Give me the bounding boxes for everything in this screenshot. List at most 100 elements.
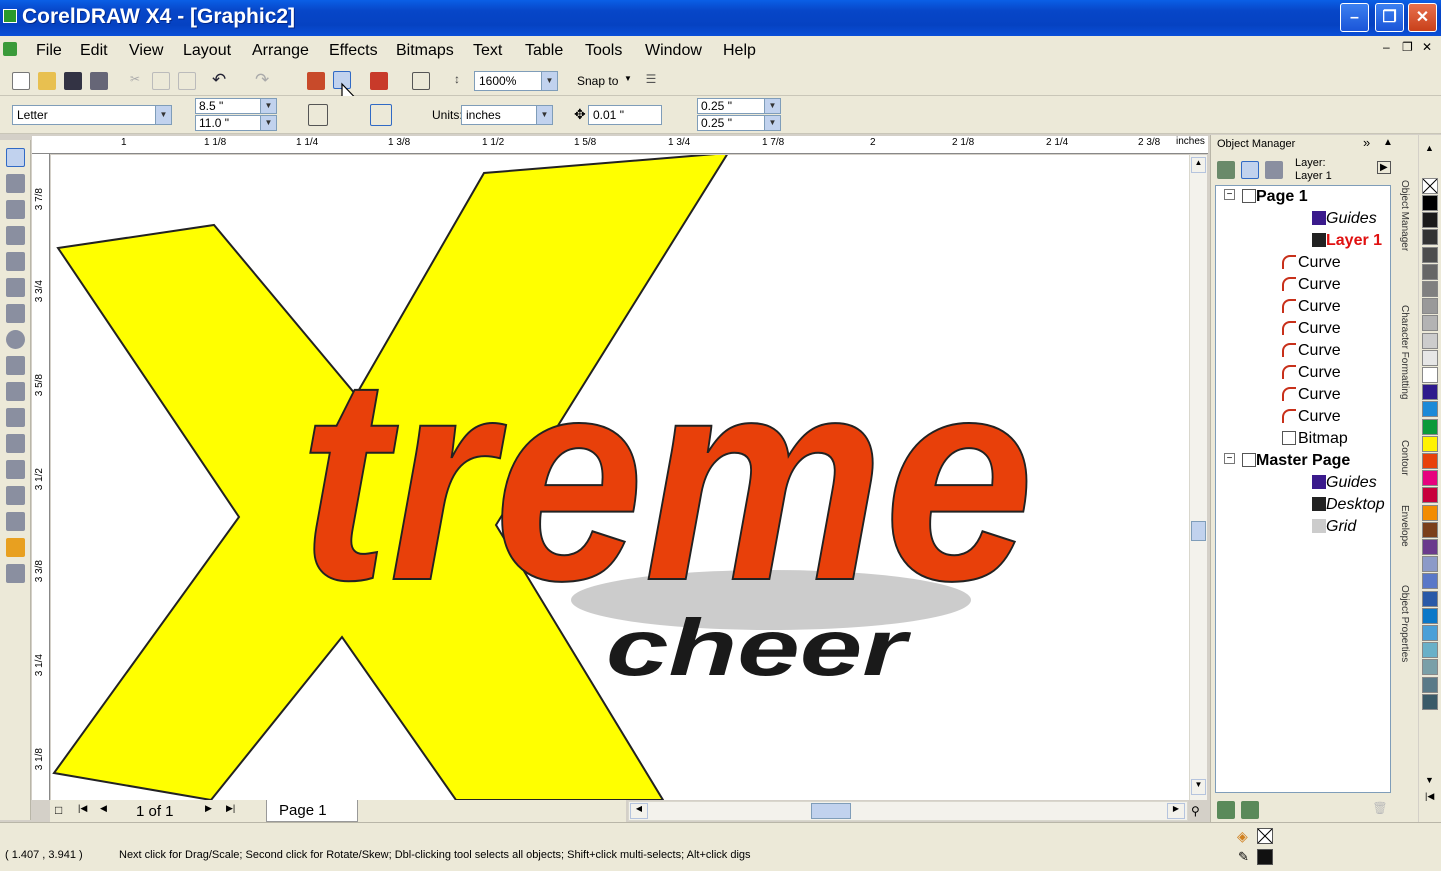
cheer-text[interactable]: cheer <box>606 603 911 692</box>
outline-color-swatch[interactable] <box>1257 849 1273 865</box>
color-swatch[interactable] <box>1422 435 1438 452</box>
paper-type-select[interactable]: Letter ▼ <box>12 105 172 125</box>
menu-bitmaps[interactable]: Bitmaps <box>396 42 454 60</box>
vertical-scrollbar[interactable]: ▲ ▼ <box>1189 155 1207 800</box>
snap-chevron-down-icon[interactable]: ▼ <box>624 74 632 83</box>
scroll-right-icon[interactable]: ▶ <box>1167 803 1185 819</box>
color-swatch[interactable] <box>1422 453 1438 469</box>
next-page-icon[interactable]: ▶ <box>205 803 212 814</box>
new-icon[interactable] <box>12 72 30 90</box>
tree-row[interactable]: Layer 1 <box>1216 230 1390 252</box>
no-color-swatch[interactable] <box>1422 178 1438 194</box>
palette-scroll-up-icon[interactable]: ▲ <box>1425 143 1434 153</box>
color-swatch[interactable] <box>1422 573 1438 590</box>
delete-icon[interactable]: 🗑 <box>1371 801 1389 819</box>
palette-scroll-down-icon[interactable]: ▼ <box>1425 775 1434 785</box>
tree-row[interactable]: Bitmap <box>1216 428 1390 450</box>
paste-icon[interactable] <box>178 72 196 90</box>
tree-row[interactable]: Curve <box>1216 362 1390 384</box>
color-swatch[interactable] <box>1422 693 1438 710</box>
restore-button[interactable]: ❐ <box>1375 3 1404 32</box>
color-swatch[interactable] <box>1422 212 1438 229</box>
duplicate-y-input[interactable]: 0.25 " ▼ <box>697 115 781 131</box>
color-swatch[interactable] <box>1422 229 1438 246</box>
fill-tool-icon[interactable] <box>6 538 25 557</box>
menu-text[interactable]: Text <box>473 42 502 60</box>
tree-row[interactable]: Curve <box>1216 274 1390 296</box>
page-1-tab[interactable]: Page 1 <box>266 800 358 822</box>
options-icon[interactable]: ☰ <box>642 72 660 90</box>
collapse-toggle-icon[interactable]: − <box>1224 453 1235 464</box>
tree-row[interactable]: Curve <box>1216 318 1390 340</box>
tree-row[interactable]: Curve <box>1216 252 1390 274</box>
close-button[interactable]: ✕ <box>1408 3 1437 32</box>
tree-row[interactable]: Curve <box>1216 384 1390 406</box>
tree-row[interactable]: Guides <box>1216 208 1390 230</box>
freehand-tool-icon[interactable] <box>6 252 25 271</box>
menu-table[interactable]: Table <box>525 42 563 60</box>
smart-fill-tool-icon[interactable] <box>6 278 25 297</box>
edit-across-layers-icon[interactable] <box>1241 161 1259 179</box>
color-swatch[interactable] <box>1422 332 1438 349</box>
menu-help[interactable]: Help <box>723 42 756 60</box>
scroll-up-icon[interactable]: ▲ <box>1191 157 1206 173</box>
docker-collapse-icon[interactable]: ▲ <box>1383 137 1393 148</box>
color-swatch[interactable] <box>1422 367 1438 383</box>
tab-envelope[interactable]: Envelope <box>1399 505 1410 547</box>
vertical-ruler[interactable]: 3 7/8 3 3/4 3 5/8 3 1/2 3 3/8 3 1/4 3 1/… <box>32 154 50 800</box>
docker-expand-icon[interactable]: » <box>1363 135 1370 150</box>
zoom-level-icon[interactable]: ↕ <box>448 72 466 90</box>
color-swatch[interactable] <box>1422 590 1438 607</box>
paper-height-input[interactable]: 11.0 " ▼ <box>195 115 277 131</box>
color-swatch[interactable] <box>1422 504 1438 521</box>
color-swatch[interactable] <box>1422 418 1438 435</box>
tree-row[interactable]: − Page 1 <box>1216 186 1390 208</box>
zoom-level-combo[interactable]: 1600% ▼ <box>474 71 558 91</box>
color-swatch[interactable] <box>1422 315 1438 332</box>
scroll-thumb[interactable] <box>1191 521 1206 541</box>
object-tree[interactable]: − Page 1 Guides Layer 1 Curve Curve Curve Curve… <box>1215 185 1391 793</box>
application-launcher-icon[interactable] <box>370 72 388 90</box>
all-pages-icon[interactable] <box>370 104 392 126</box>
scroll-left-icon[interactable]: ◀ <box>630 803 648 819</box>
color-swatch[interactable] <box>1422 625 1438 641</box>
horizontal-scrollbar[interactable]: ◀ ▶ <box>628 801 1188 821</box>
color-swatch[interactable] <box>1422 195 1438 211</box>
coreldraw-app-icon[interactable] <box>3 9 17 23</box>
color-swatch[interactable] <box>1422 470 1438 487</box>
menu-window[interactable]: Window <box>645 42 702 60</box>
tree-row[interactable]: Curve <box>1216 340 1390 362</box>
palette-flyout-icon[interactable]: |◀ <box>1425 791 1434 802</box>
tree-row[interactable]: Guides <box>1216 472 1390 494</box>
color-swatch[interactable] <box>1422 263 1438 280</box>
add-page-icon[interactable]: □ <box>55 803 62 817</box>
save-icon[interactable] <box>64 72 82 90</box>
tab-character-formatting[interactable]: Character Formatting <box>1399 305 1410 399</box>
show-object-properties-icon[interactable] <box>1217 161 1235 179</box>
nudge-distance-input[interactable]: 0.01 " <box>588 105 662 125</box>
crop-tool-icon[interactable] <box>6 200 25 219</box>
last-page-icon[interactable]: ▶| <box>226 803 235 814</box>
eyedropper-tool-icon[interactable] <box>6 486 25 505</box>
shape-tool-icon[interactable] <box>6 174 25 193</box>
color-swatch[interactable] <box>1422 349 1438 366</box>
tab-contour[interactable]: Contour <box>1399 440 1410 476</box>
menu-effects[interactable]: Effects <box>329 42 378 60</box>
color-swatch[interactable] <box>1422 556 1438 573</box>
color-swatch[interactable] <box>1422 539 1438 555</box>
previous-page-icon[interactable]: ◀ <box>100 803 107 814</box>
portrait-icon[interactable] <box>308 104 328 126</box>
color-swatch[interactable] <box>1422 401 1438 418</box>
om-flyout-arrow-icon[interactable]: ▶ <box>1377 161 1391 174</box>
interactive-blend-tool-icon[interactable] <box>6 460 25 479</box>
menu-arrange[interactable]: Arrange <box>252 42 309 60</box>
basic-shapes-tool-icon[interactable] <box>6 382 25 401</box>
outline-tool-icon[interactable] <box>6 512 25 531</box>
redo-icon[interactable]: ↷ <box>255 70 273 89</box>
table-tool-icon[interactable] <box>6 434 25 453</box>
color-swatch[interactable] <box>1422 487 1438 504</box>
color-swatch[interactable] <box>1422 607 1438 624</box>
cut-icon[interactable]: ✂ <box>126 72 144 90</box>
hscroll-thumb[interactable] <box>811 803 851 819</box>
tree-row[interactable]: Desktop <box>1216 494 1390 516</box>
